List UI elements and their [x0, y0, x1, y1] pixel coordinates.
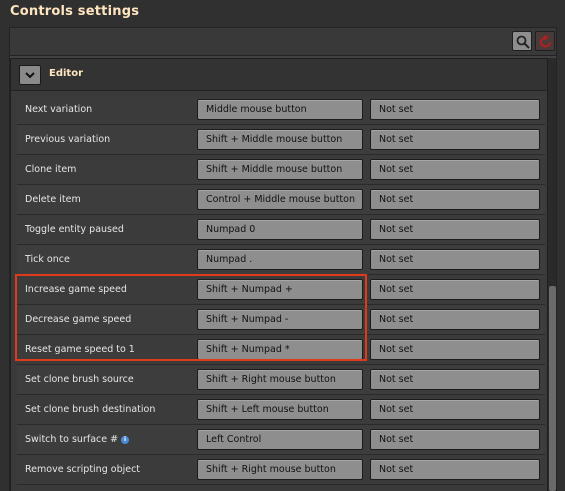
action-label: Remove scripting object — [25, 464, 141, 475]
keybinding-list: Next variation Middle mouse button Not s… — [17, 95, 545, 485]
keybinding-row: Toggle entity paused Numpad 0 Not set — [17, 215, 545, 245]
action-label: Reset game speed to 1 — [25, 344, 135, 355]
primary-binding-button[interactable]: Numpad . — [197, 249, 363, 270]
section-title: Editor — [49, 68, 83, 79]
action-label: Decrease game speed — [25, 314, 132, 325]
action-label: Set clone brush source — [25, 374, 134, 385]
keybinding-row: Decrease game speed Shift + Numpad - Not… — [17, 305, 545, 335]
secondary-binding-button[interactable]: Not set — [370, 249, 540, 270]
secondary-binding-button[interactable]: Not set — [370, 189, 540, 210]
secondary-binding-button[interactable]: Not set — [370, 429, 540, 450]
secondary-binding-button[interactable]: Not set — [370, 129, 540, 150]
secondary-binding-button[interactable]: Not set — [370, 399, 540, 420]
keybinding-row: Set clone brush source Shift + Right mou… — [17, 365, 545, 395]
secondary-binding-button[interactable]: Not set — [370, 309, 540, 330]
chevron-down-icon — [25, 72, 35, 79]
keybinding-row: Set clone brush destination Shift + Left… — [17, 395, 545, 425]
primary-binding-button[interactable]: Shift + Right mouse button — [197, 459, 363, 480]
action-label: Next variation — [25, 104, 93, 115]
action-label: Tick once — [25, 254, 70, 265]
keybinding-row: Remove scripting object Shift + Right mo… — [17, 455, 545, 485]
primary-binding-button[interactable]: Shift + Numpad + — [197, 279, 363, 300]
secondary-binding-button[interactable]: Not set — [370, 459, 540, 480]
search-icon — [516, 35, 530, 49]
action-label: Switch to surface # — [25, 434, 119, 445]
secondary-binding-button[interactable]: Not set — [370, 369, 540, 390]
settings-frame: Editor Next variation Middle mouse butto… — [9, 27, 557, 491]
secondary-binding-button[interactable]: Not set — [370, 339, 540, 360]
action-label-wrapper: Switch to surface # i — [25, 434, 130, 445]
secondary-binding-button[interactable]: Not set — [370, 99, 540, 120]
keybinding-row: Switch to surface # i Left Control Not se… — [17, 425, 545, 455]
primary-binding-button[interactable]: Middle mouse button — [197, 99, 363, 120]
collapse-button[interactable] — [19, 65, 41, 85]
keybinding-row: Delete item Control + Middle mouse butto… — [17, 185, 545, 215]
reset-button[interactable] — [535, 31, 555, 51]
keybinding-row: Clone item Shift + Middle mouse button N… — [17, 155, 545, 185]
secondary-binding-button[interactable]: Not set — [370, 219, 540, 240]
scrollbar-thumb[interactable] — [549, 286, 556, 491]
search-button[interactable] — [512, 31, 532, 51]
primary-binding-button[interactable]: Shift + Middle mouse button — [197, 129, 363, 150]
secondary-binding-button[interactable]: Not set — [370, 279, 540, 300]
primary-binding-button[interactable]: Numpad 0 — [197, 219, 363, 240]
primary-binding-button[interactable]: Left Control — [197, 429, 363, 450]
toolbar — [10, 28, 556, 56]
primary-binding-button[interactable]: Control + Middle mouse button — [197, 189, 363, 210]
action-label: Increase game speed — [25, 284, 127, 295]
reset-icon — [540, 35, 551, 48]
keybinding-row: Next variation Middle mouse button Not s… — [17, 95, 545, 125]
primary-binding-button[interactable]: Shift + Left mouse button — [197, 399, 363, 420]
primary-binding-button[interactable]: Shift + Numpad - — [197, 309, 363, 330]
keybinding-row: Previous variation Shift + Middle mouse … — [17, 125, 545, 155]
info-icon[interactable]: i — [121, 436, 130, 444]
action-label: Set clone brush destination — [25, 404, 156, 415]
secondary-binding-button[interactable]: Not set — [370, 159, 540, 180]
action-label: Delete item — [25, 194, 81, 205]
keybinding-row: Increase game speed Shift + Numpad + Not… — [17, 275, 545, 305]
window-title: Controls settings — [10, 4, 140, 19]
keybinding-row: Reset game speed to 1 Shift + Numpad * N… — [17, 335, 545, 365]
action-label: Toggle entity paused — [25, 224, 124, 235]
keybinding-row: Tick once Numpad . Not set — [17, 245, 545, 275]
action-label: Clone item — [25, 164, 77, 175]
primary-binding-button[interactable]: Shift + Middle mouse button — [197, 159, 363, 180]
primary-binding-button[interactable]: Shift + Numpad * — [197, 339, 363, 360]
primary-binding-button[interactable]: Shift + Right mouse button — [197, 369, 363, 390]
controls-settings-window: Controls settings Editor Next variation … — [0, 0, 565, 491]
controls-panel: Editor Next variation Middle mouse butto… — [10, 58, 548, 491]
action-label: Previous variation — [25, 134, 111, 145]
editor-section-header: Editor — [11, 59, 547, 91]
